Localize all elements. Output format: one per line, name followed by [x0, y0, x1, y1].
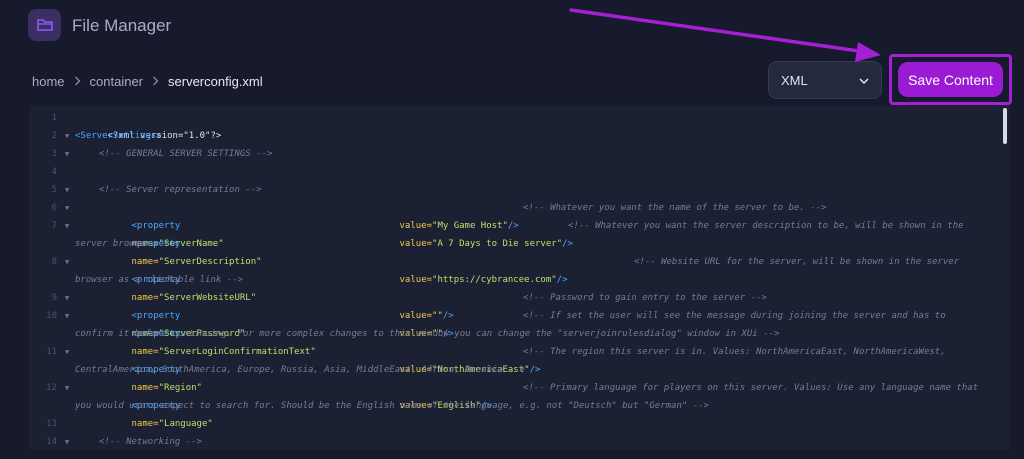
fold-chevron-icon[interactable]: ▼ — [65, 253, 69, 271]
folder-icon — [28, 9, 61, 41]
top-bar: File Manager — [0, 0, 1024, 52]
save-button-highlight: Save Content — [889, 54, 1012, 105]
line-number: 12 — [46, 383, 57, 393]
line-number: 8 — [51, 257, 57, 267]
fold-chevron-icon[interactable]: ▼ — [65, 289, 69, 307]
code-line: <!-- If set the user will see the messag… — [523, 311, 946, 321]
chevron-right-icon — [74, 76, 81, 86]
line-number: 7 — [51, 221, 57, 231]
code-line-wrap: confirm it before continuing. For more c… — [75, 329, 780, 339]
code-line: <!-- Primary language for players on thi… — [523, 383, 979, 393]
code-line: <ServerSettings> — [75, 131, 162, 141]
code-editor[interactable]: 1 2 3 4 5 6 7 8 9 10 11 12 13 14 ▼ ▼ ▼ ▼… — [29, 105, 1010, 450]
line-number: 10 — [46, 311, 57, 321]
code-line: <!-- Whatever you want the server descri… — [568, 221, 964, 231]
code-line: <!-- Server representation --> — [99, 185, 262, 195]
editor-scrollbar[interactable] — [1003, 108, 1007, 144]
chevron-down-icon — [859, 73, 869, 88]
breadcrumb-container[interactable]: container — [90, 74, 143, 89]
code-line-wrap: browser as a clickable link --> — [75, 275, 243, 285]
code-line: <!-- The region this server is in. Value… — [523, 347, 946, 357]
line-number: 9 — [51, 293, 57, 303]
fold-chevron-icon[interactable]: ▼ — [65, 217, 69, 235]
fold-chevron-icon[interactable]: ▼ — [65, 181, 69, 199]
fold-chevron-icon[interactable]: ▼ — [65, 127, 69, 145]
line-number: 1 — [51, 113, 57, 123]
save-content-button[interactable]: Save Content — [898, 62, 1003, 97]
line-number: 6 — [51, 203, 57, 213]
code-line-wrap: you would users expect to search for. Sh… — [75, 401, 709, 411]
fold-chevron-icon[interactable]: ▼ — [65, 307, 69, 325]
code-line: <!-- Password to gain entry to the serve… — [523, 293, 767, 303]
line-number: 2 — [51, 131, 57, 141]
fold-chevron-icon[interactable]: ▼ — [65, 199, 69, 217]
line-number: 13 — [46, 419, 57, 429]
fold-chevron-icon[interactable]: ▼ — [65, 343, 69, 361]
fold-chevron-icon[interactable]: ▼ — [65, 145, 69, 163]
code-line: <!-- Whatever you want the name of the s… — [523, 203, 827, 213]
chevron-right-icon — [152, 76, 159, 86]
code-token: "Language" — [158, 419, 213, 429]
code-line-wrap: server browser. --> — [75, 239, 178, 249]
code-line: <!-- Networking --> — [99, 437, 202, 447]
fold-chevron-icon[interactable]: ▼ — [65, 433, 69, 450]
language-select[interactable]: XML — [768, 61, 882, 99]
breadcrumb-current-file: serverconfig.xml — [168, 73, 263, 89]
breadcrumb: home container serverconfig.xml — [32, 72, 263, 90]
language-select-value: XML — [781, 72, 808, 88]
code-line: <!-- Website URL for the server, will be… — [634, 257, 960, 267]
line-number: 11 — [46, 347, 57, 357]
breadcrumb-home[interactable]: home — [32, 74, 65, 89]
code-token: name= — [131, 419, 159, 429]
line-number: 14 — [46, 437, 57, 447]
line-number: 4 — [51, 167, 57, 177]
line-number: 3 — [51, 149, 57, 159]
code-line: <!-- GENERAL SERVER SETTINGS --> — [99, 149, 273, 159]
app-title: File Manager — [72, 16, 172, 35]
fold-chevron-icon[interactable]: ▼ — [65, 379, 69, 397]
line-number: 5 — [51, 185, 57, 195]
code-line-wrap: CentralAmerica, SouthAmerica, Europe, Ru… — [75, 365, 525, 375]
